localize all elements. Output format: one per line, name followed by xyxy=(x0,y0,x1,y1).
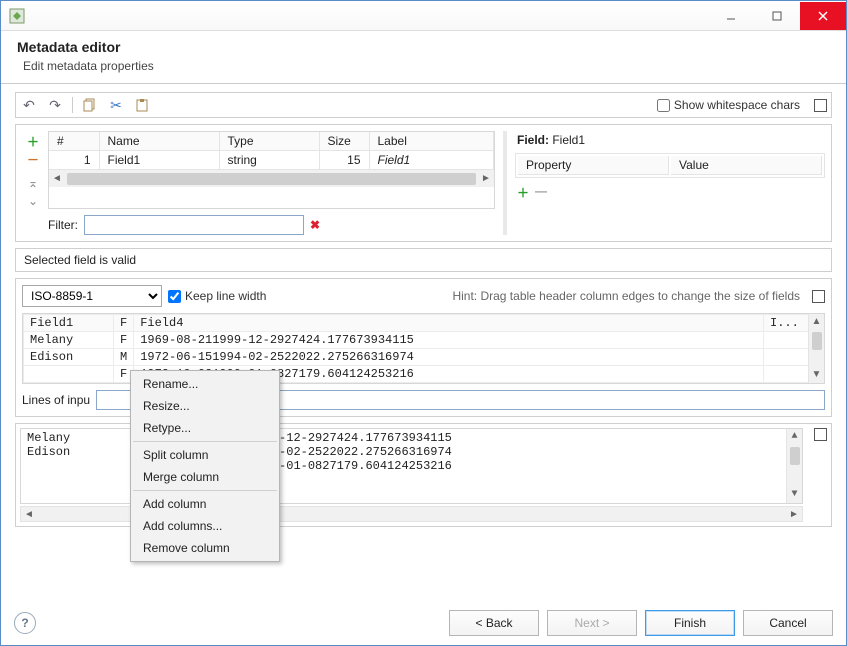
preview-h1[interactable]: F xyxy=(114,315,134,332)
close-button[interactable] xyxy=(800,2,846,30)
fields-table-wrap: # Name Type Size Label 1 Field1 xyxy=(48,131,495,209)
preview-hint: Hint: Drag table header column edges to … xyxy=(272,289,800,303)
context-menu: Rename... Resize... Retype... Split colu… xyxy=(130,370,280,562)
redo-icon[interactable]: ↷ xyxy=(46,96,64,114)
cancel-button[interactable]: Cancel xyxy=(743,610,833,636)
add-field-button[interactable]: ＋ xyxy=(25,133,41,149)
menu-merge-column[interactable]: Merge column xyxy=(133,466,277,488)
preview-vscroll[interactable]: ▲ ▼ xyxy=(808,314,824,383)
property-actions: ＋ — xyxy=(515,184,825,201)
field-label-prefix: Field: xyxy=(517,133,549,147)
table-row[interactable]: Melany F 1969-08-211999-12-2927424.17767… xyxy=(24,332,824,349)
lines-label: Lines of inpu xyxy=(22,393,90,407)
scroll-up-icon[interactable]: ▲ xyxy=(791,429,797,445)
preview-h2[interactable]: Field4 xyxy=(134,315,764,332)
editor-toolbar: ↶ ↷ ✂ Show whitespace chars xyxy=(15,92,832,118)
panel-maximize-icon[interactable] xyxy=(814,99,827,112)
separator xyxy=(72,97,73,113)
field-row-controls: ＋ － ⌅ ⌄ xyxy=(22,131,44,209)
cell-label: Field1 xyxy=(369,151,494,170)
scroll-left-icon[interactable]: ◄ xyxy=(49,173,65,184)
menu-resize[interactable]: Resize... xyxy=(133,395,277,417)
filter-label: Filter: xyxy=(48,218,78,232)
back-button[interactable]: < Back xyxy=(449,610,539,636)
next-button: Next > xyxy=(547,610,637,636)
raw-vscroll[interactable]: ▲ ▼ xyxy=(786,429,802,503)
preview-h0[interactable]: Field1 xyxy=(24,315,114,332)
fields-hscroll[interactable]: ◄ ► xyxy=(49,169,494,187)
scroll-thumb[interactable] xyxy=(790,447,800,465)
scroll-down-icon[interactable]: ▼ xyxy=(791,487,797,503)
status-text: Selected field is valid xyxy=(24,253,136,267)
finish-button[interactable]: Finish xyxy=(645,610,735,636)
properties-table[interactable]: Property Value xyxy=(515,153,825,178)
scroll-thumb[interactable] xyxy=(812,332,822,350)
app-icon xyxy=(9,8,25,24)
move-top-button[interactable]: ⌅ xyxy=(25,175,41,191)
menu-remove-column[interactable]: Remove column xyxy=(133,537,277,559)
field-detail-header: Field: Field1 xyxy=(515,131,825,153)
raw-maximize-icon[interactable] xyxy=(814,428,827,441)
status-bar: Selected field is valid xyxy=(15,248,832,272)
dialog-header: Metadata editor Edit metadata properties xyxy=(1,31,846,84)
add-property-button[interactable]: ＋ xyxy=(517,184,529,201)
preview-maximize-icon[interactable] xyxy=(812,290,825,303)
copy-icon[interactable] xyxy=(81,96,99,114)
maximize-button[interactable] xyxy=(754,2,800,30)
col-name[interactable]: Name xyxy=(99,132,219,151)
scroll-up-icon[interactable]: ▲ xyxy=(812,314,822,330)
keep-line-width-input[interactable] xyxy=(168,290,181,303)
field-label-name: Field1 xyxy=(552,133,585,147)
cell-type: string xyxy=(219,151,319,170)
keep-line-width-checkbox[interactable]: Keep line width xyxy=(168,289,266,303)
keep-line-width-label: Keep line width xyxy=(185,289,266,303)
menu-separator xyxy=(133,490,277,491)
page-title: Metadata editor xyxy=(17,39,830,55)
menu-rename[interactable]: Rename... xyxy=(133,373,277,395)
table-row[interactable]: Edison M 1972-06-151994-02-2522022.27526… xyxy=(24,349,824,366)
scroll-right-icon[interactable]: ► xyxy=(786,509,802,520)
scroll-left-icon[interactable]: ◄ xyxy=(21,509,37,520)
minimize-button[interactable] xyxy=(708,2,754,30)
paste-icon[interactable] xyxy=(133,96,151,114)
undo-icon[interactable]: ↶ xyxy=(20,96,38,114)
menu-separator xyxy=(133,441,277,442)
menu-add-column[interactable]: Add column xyxy=(133,493,277,515)
fields-panel: ＋ － ⌅ ⌄ # Name Type Size Label xyxy=(15,124,832,242)
scroll-down-icon[interactable]: ▼ xyxy=(812,367,822,383)
scroll-right-icon[interactable]: ► xyxy=(478,173,494,184)
col-type[interactable]: Type xyxy=(219,132,319,151)
clear-filter-button[interactable]: ✖ xyxy=(310,218,320,232)
cut-icon[interactable]: ✂ xyxy=(107,96,125,114)
menu-add-columns[interactable]: Add columns... xyxy=(133,515,277,537)
splitter[interactable] xyxy=(503,131,507,235)
col-property[interactable]: Property xyxy=(518,156,669,175)
table-row[interactable]: 1 Field1 string 15 Field1 xyxy=(49,151,494,170)
move-bottom-button[interactable]: ⌄ xyxy=(25,193,41,209)
col-value[interactable]: Value xyxy=(671,156,822,175)
col-num[interactable]: # xyxy=(49,132,99,151)
remove-property-button[interactable]: — xyxy=(535,184,547,201)
filter-row: Filter: ✖ xyxy=(22,215,495,235)
show-whitespace-label: Show whitespace chars xyxy=(674,98,800,112)
encoding-select[interactable]: ISO-8859-1 xyxy=(22,285,162,307)
menu-split-column[interactable]: Split column xyxy=(133,444,277,466)
show-whitespace-input[interactable] xyxy=(657,99,670,112)
help-button[interactable]: ? xyxy=(14,612,36,634)
remove-field-button[interactable]: － xyxy=(25,151,41,167)
cell-size: 15 xyxy=(319,151,369,170)
show-whitespace-checkbox[interactable]: Show whitespace chars xyxy=(657,98,800,112)
page-subtitle: Edit metadata properties xyxy=(17,59,830,73)
menu-retype[interactable]: Retype... xyxy=(133,417,277,439)
cell-num: 1 xyxy=(49,151,99,170)
dialog-footer: ? < Back Next > Finish Cancel xyxy=(0,610,847,636)
scroll-thumb[interactable] xyxy=(67,173,476,185)
col-label[interactable]: Label xyxy=(369,132,494,151)
col-size[interactable]: Size xyxy=(319,132,369,151)
filter-input[interactable] xyxy=(84,215,304,235)
cell-name: Field1 xyxy=(99,151,219,170)
fields-table[interactable]: # Name Type Size Label 1 Field1 xyxy=(49,132,494,169)
window-titlebar xyxy=(1,1,846,31)
